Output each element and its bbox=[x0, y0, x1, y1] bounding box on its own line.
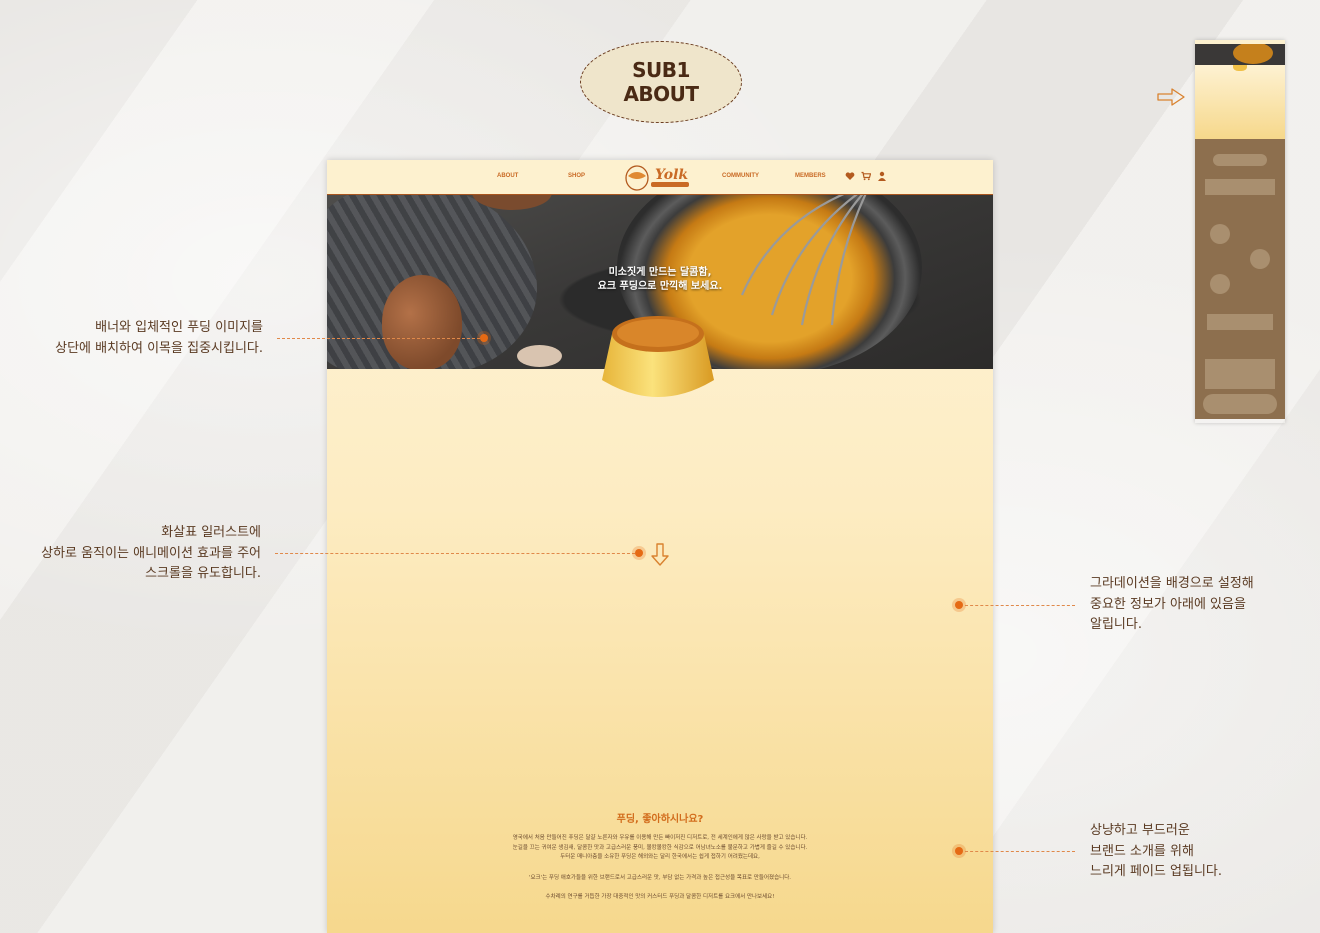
marker-dot bbox=[955, 601, 963, 609]
nav-members[interactable]: MEMBERS bbox=[795, 173, 826, 179]
thumbnail-intro bbox=[1195, 61, 1285, 139]
note-line: 스크롤을 유도합니다. bbox=[145, 566, 261, 581]
note-line: 상냥하고 부드러운 bbox=[1090, 823, 1190, 838]
note-line: 느리게 페이드 업됩니다. bbox=[1090, 864, 1222, 879]
top-nav: ABOUT SHOP Yolk COMMUNITY MEMBERS bbox=[327, 160, 993, 196]
thumbnail-sections bbox=[1195, 139, 1285, 419]
thumbnail-hero bbox=[1195, 40, 1285, 65]
intro-line: 두터운 매니아층을 소유한 푸딩은 해외와는 달리 한국에서는 쉽게 접하기 어… bbox=[560, 854, 760, 860]
arrow-right-icon bbox=[1157, 88, 1185, 106]
cart-icon[interactable] bbox=[861, 171, 872, 181]
intro-line: 눈길을 끄는 귀여운 생김새, 달콤한 맛과 고급스러운 풍미, 몰캉몰캉한 식… bbox=[512, 844, 808, 851]
intro-line: 수차례의 연구를 거듭한 가장 대중적인 맛의 커스터드 푸딩과 달콤한 디저트… bbox=[545, 894, 775, 900]
connector-line bbox=[965, 605, 1075, 606]
hero-line2: 요크 푸딩으로 만끽해 보세요. bbox=[597, 281, 723, 292]
pudding-image bbox=[602, 316, 714, 397]
scroll-arrow-icon[interactable] bbox=[650, 543, 670, 567]
intro-title: 푸딩, 좋아하시나요? bbox=[616, 814, 704, 825]
nav-community[interactable]: COMMUNITY bbox=[722, 173, 759, 179]
note-line: 알립니다. bbox=[1090, 617, 1142, 632]
eggshell-image bbox=[517, 345, 562, 367]
note-arrow: 화살표 일러스트에 상하로 움직이는 애니메이션 효과를 주어 스크롤을 유도합… bbox=[20, 523, 261, 585]
note-line: 그라데이션을 배경으로 설정해 bbox=[1090, 576, 1254, 591]
page-badge: SUB1 ABOUT bbox=[580, 41, 742, 123]
note-line: 브랜드 소개를 위해 bbox=[1090, 843, 1194, 859]
page-thumbnail[interactable] bbox=[1195, 40, 1285, 423]
logo[interactable]: Yolk bbox=[623, 162, 693, 192]
connector-line bbox=[275, 553, 635, 554]
note-fade: 상냥하고 부드러운 브랜드 소개를 위해 느리게 페이드 업됩니다. bbox=[1090, 821, 1310, 883]
hero-headline: 미소짓게 만드는 달콤함, 요크 푸딩으로 만끽해 보세요. bbox=[327, 266, 993, 294]
page-mockup: ABOUT SHOP Yolk COMMUNITY MEMBERS 미소짓게 만… bbox=[327, 160, 993, 933]
intro-line: 영국에서 처음 만들어진 푸딩은 달걀 노른자와 우유를 이용해 만든 빠이저진… bbox=[512, 835, 808, 841]
badge-line2: ABOUT bbox=[623, 82, 699, 106]
connector-line bbox=[965, 851, 1075, 852]
heart-icon[interactable] bbox=[845, 171, 855, 181]
intro-paragraph: '요크'는 푸딩 애호가들을 위한 브랜드로서 고급스러운 맛, 부담 없는 가… bbox=[327, 874, 993, 884]
nav-about[interactable]: ABOUT bbox=[497, 173, 518, 179]
marker-dot bbox=[480, 334, 488, 342]
nav-shop[interactable]: SHOP bbox=[568, 173, 585, 179]
note-banner: 배너와 입체적인 푸딩 이미지를 상단에 배치하여 이목을 집중시킵니다. bbox=[20, 318, 263, 359]
marker-dot bbox=[955, 847, 963, 855]
note-line: 배너와 입체적인 푸딩 이미지를 bbox=[95, 320, 263, 335]
note-line: 상단에 배치하여 이목을 집중시킵니다. bbox=[55, 340, 263, 356]
note-line: 중요한 정보가 아래에 있음을 bbox=[1090, 596, 1246, 612]
intro-line: '요크'는 푸딩 애호가들을 위한 브랜드로서 고급스러운 맛, 부담 없는 가… bbox=[528, 875, 791, 881]
connector-line bbox=[277, 338, 480, 339]
intro-paragraph: 영국에서 처음 만들어진 푸딩은 달걀 노른자와 우유를 이용해 만든 빠이저진… bbox=[327, 834, 993, 863]
marker-dot bbox=[635, 549, 643, 557]
hero-line1: 미소짓게 만드는 달콤함, bbox=[608, 267, 712, 278]
user-icon[interactable] bbox=[877, 171, 887, 181]
note-gradient: 그라데이션을 배경으로 설정해 중요한 정보가 아래에 있음을 알립니다. bbox=[1090, 574, 1310, 636]
intro-paragraph: 수차례의 연구를 거듭한 가장 대중적인 맛의 커스터드 푸딩과 달콤한 디저트… bbox=[327, 893, 993, 903]
logo-text: Yolk bbox=[655, 167, 688, 183]
note-line: 상하로 움직이는 애니메이션 효과를 주어 bbox=[41, 545, 261, 561]
note-line: 화살표 일러스트에 bbox=[161, 525, 261, 540]
whisk-image bbox=[740, 195, 867, 326]
badge-line1: SUB1 bbox=[632, 58, 690, 82]
